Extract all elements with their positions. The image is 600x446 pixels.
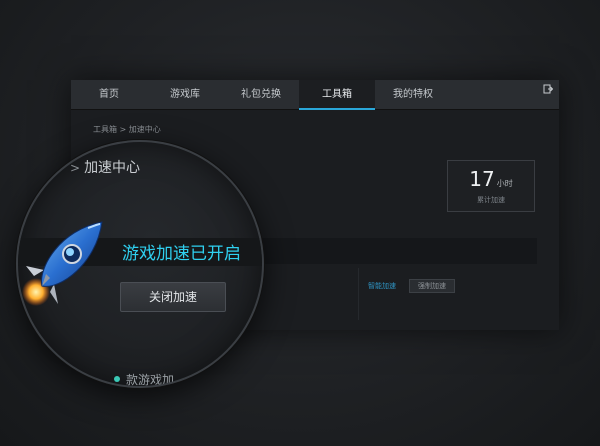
status-dot	[114, 376, 120, 382]
breadcrumb: 工具箱 > 加速中心	[93, 125, 161, 134]
stop-acceleration-button[interactable]: 关闭加速	[120, 282, 226, 312]
stats-unit: 小时	[496, 179, 513, 188]
chevron-right-icon: >	[70, 161, 81, 175]
section-title: > 加速中心	[70, 157, 140, 177]
section-title-text: 加速中心	[84, 160, 141, 176]
rocket-icon	[22, 221, 103, 306]
top-nav: 首页 游戏库 礼包兑换 工具箱 我的特权	[71, 80, 559, 110]
divider	[358, 268, 359, 320]
stats-label: 累计加速	[477, 196, 505, 204]
stats-card: 17 小时 累计加速	[447, 160, 535, 212]
smart-accelerate-link[interactable]: 智能加速	[368, 281, 396, 291]
exit-icon[interactable]	[543, 84, 553, 94]
tab-toolbox[interactable]: 工具箱	[299, 80, 375, 110]
tab-gift-redeem[interactable]: 礼包兑换	[223, 80, 299, 110]
game-count-text: 款游戏加	[126, 373, 175, 387]
stats-value: 17	[469, 167, 495, 191]
force-accelerate-button[interactable]: 强制加速	[409, 279, 455, 293]
tab-my-privileges[interactable]: 我的特权	[375, 80, 451, 110]
tab-home[interactable]: 首页	[71, 80, 147, 110]
stats-value-line: 17 小时	[448, 167, 534, 191]
tab-game-library[interactable]: 游戏库	[147, 80, 223, 110]
acceleration-status: 游戏加速已开启	[122, 244, 241, 264]
